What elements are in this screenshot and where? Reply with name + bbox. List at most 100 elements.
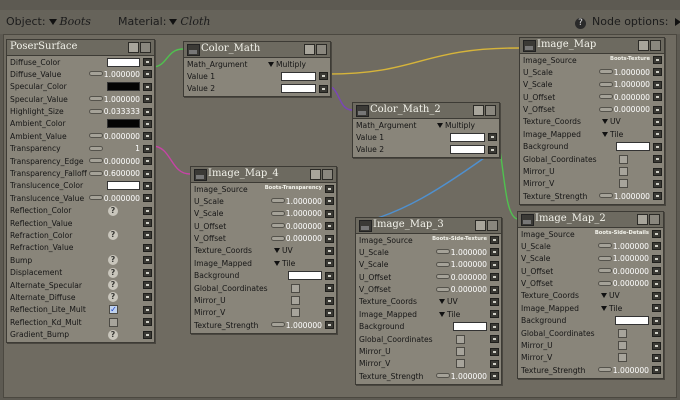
color-swatch[interactable] — [615, 316, 649, 326]
param-value[interactable]: 1.000000 — [613, 254, 649, 263]
node-title-bar[interactable]: Color_Math_2 — [353, 103, 499, 119]
param-value[interactable]: 1.000000 — [286, 209, 322, 218]
input-plug-icon[interactable] — [143, 281, 152, 290]
param-value[interactable]: 0.000000 — [613, 267, 649, 276]
input-plug-icon[interactable] — [143, 82, 152, 91]
param-value[interactable]: 0.000000 — [104, 194, 140, 203]
help-icon[interactable]: ? — [108, 267, 118, 278]
help-icon[interactable]: ? — [108, 292, 118, 303]
choice-value[interactable]: Tile — [601, 304, 622, 313]
param-row-image-mapped[interactable]: Image_Mapped Tile — [520, 128, 664, 140]
param-row-value-2[interactable]: Value 2 — [353, 144, 499, 156]
input-plug-icon[interactable] — [143, 231, 152, 240]
param-row-diffuse-value[interactable]: Diffuse_Value 1.000000 — [7, 68, 154, 80]
param-row-v-offset[interactable]: V_Offset 0.000000 — [518, 278, 663, 290]
value-dial-icon[interactable] — [89, 108, 103, 114]
node-preview-icon[interactable] — [187, 44, 200, 56]
value-dial-icon[interactable] — [599, 106, 613, 112]
input-plug-icon[interactable] — [652, 230, 661, 238]
node-image-map[interactable]: Image_Map Image_Source Boots-Texture U_Scal… — [519, 37, 665, 205]
choice-value[interactable]: Tile — [602, 130, 623, 139]
param-value[interactable]: 0.600000 — [104, 169, 140, 178]
node-poser[interactable]: PoserSurface Diffuse_Color Diffuse_Value 1.… — [6, 39, 155, 344]
param-row-mirror-v[interactable]: Mirror_V — [520, 178, 664, 190]
value-dial-icon[interactable] — [598, 280, 612, 286]
color-swatch[interactable] — [107, 82, 140, 92]
input-plug-icon[interactable] — [653, 80, 662, 89]
node-title-bar[interactable]: Color_Math — [184, 42, 330, 58]
param-row-image-source[interactable]: Image_Source Boots-Side-Details — [518, 228, 663, 240]
color-swatch[interactable] — [281, 84, 316, 94]
value-dial-icon[interactable] — [436, 249, 450, 255]
color-swatch[interactable] — [288, 271, 322, 281]
param-value[interactable]: 0.000000 — [286, 234, 322, 243]
input-plug-icon[interactable] — [652, 304, 661, 313]
value-dial-icon[interactable] — [89, 133, 103, 139]
value-dial-icon[interactable] — [599, 94, 613, 100]
node-title-bar[interactable]: Image_Map_4 — [191, 167, 336, 183]
param-row-math-argument[interactable]: Math_Argument Multiply — [353, 119, 499, 131]
param-row-texture-coords[interactable]: Texture_Coords UV — [356, 296, 501, 308]
param-row-u-offset[interactable]: U_Offset 0.000000 — [356, 271, 501, 283]
material-selector[interactable]: Material: Cloth — [118, 15, 210, 28]
param-row-mirror-u[interactable]: Mirror_U — [356, 346, 501, 358]
param-row-alternate-specular[interactable]: Alternate_Specular? — [7, 279, 154, 291]
input-plug-icon[interactable] — [143, 181, 152, 190]
choice-value[interactable]: UV — [274, 246, 293, 255]
color-swatch[interactable] — [107, 181, 140, 191]
node-title-bar[interactable]: Image_Map — [520, 38, 664, 54]
help-icon[interactable]: ? — [108, 329, 118, 340]
input-plug-icon[interactable] — [652, 353, 661, 362]
choice-value[interactable]: UV — [439, 297, 458, 306]
input-plug-icon[interactable] — [652, 329, 661, 338]
checkbox[interactable] — [291, 283, 300, 293]
input-plug-icon[interactable] — [653, 142, 662, 151]
param-row-specular-value[interactable]: Specular_Value 1.000000 — [7, 93, 154, 105]
param-row-ambient-value[interactable]: Ambient_Value 0.000000 — [7, 130, 154, 142]
param-value[interactable]: 0.033333 — [104, 107, 140, 116]
input-plug-icon[interactable] — [143, 268, 152, 277]
checkbox[interactable] — [456, 347, 465, 357]
param-value[interactable]: 0.000000 — [613, 279, 649, 288]
node-color-math[interactable]: Color_Math Math_Argument Multiply Value 1 Va… — [183, 41, 331, 98]
node-image-map-4[interactable]: Image_Map_4 Image_Source Boots-Transparenc… — [190, 166, 337, 334]
param-row-transparency-edge[interactable]: Transparency_Edge 0.000000 — [7, 155, 154, 167]
param-row-background[interactable]: Background — [518, 315, 663, 327]
input-plug-icon[interactable] — [653, 179, 662, 188]
value-dial-icon[interactable] — [599, 193, 613, 199]
param-value[interactable]: 1.000000 — [286, 197, 322, 206]
input-plug-icon[interactable] — [143, 194, 152, 203]
checkbox[interactable] — [109, 317, 118, 327]
collapse-icon[interactable] — [638, 40, 649, 51]
input-plug-icon[interactable] — [652, 341, 661, 350]
input-plug-icon[interactable] — [325, 209, 334, 218]
param-row-u-offset[interactable]: U_Offset 0.000000 — [520, 91, 664, 103]
value-dial-icon[interactable] — [271, 223, 285, 229]
input-plug-icon[interactable] — [490, 372, 499, 381]
param-value[interactable]: 1.000000 — [451, 248, 487, 257]
param-row-value-1[interactable]: Value 1 — [184, 70, 330, 82]
help-icon[interactable]: ? — [108, 205, 118, 216]
param-value[interactable]: 0.000000 — [286, 222, 322, 231]
color-swatch[interactable] — [453, 322, 487, 332]
input-plug-icon[interactable] — [319, 72, 328, 81]
input-plug-icon[interactable] — [143, 243, 152, 252]
value-dial-icon[interactable] — [598, 268, 612, 274]
input-plug-icon[interactable] — [490, 285, 499, 294]
input-plug-icon[interactable] — [143, 119, 152, 128]
input-plug-icon[interactable] — [653, 105, 662, 114]
value-dial-icon[interactable] — [89, 96, 103, 102]
options-icon[interactable] — [649, 214, 660, 225]
input-plug-icon[interactable] — [653, 56, 662, 64]
value-dial-icon[interactable] — [271, 210, 285, 216]
param-row-alternate-diffuse[interactable]: Alternate_Diffuse? — [7, 291, 154, 303]
param-row-translucence-color[interactable]: Translucence_Color — [7, 180, 154, 192]
param-value[interactable]: 1.000000 — [614, 68, 650, 77]
input-plug-icon[interactable] — [143, 107, 152, 116]
node-preview-icon[interactable] — [523, 40, 536, 52]
input-plug-icon[interactable] — [143, 305, 152, 314]
param-row-transparency-falloff[interactable]: Transparency_Falloff 0.600000 — [7, 168, 154, 180]
input-plug-icon[interactable] — [325, 321, 334, 330]
param-row-texture-coords[interactable]: Texture_Coords UV — [520, 116, 664, 128]
input-plug-icon[interactable] — [488, 145, 497, 154]
